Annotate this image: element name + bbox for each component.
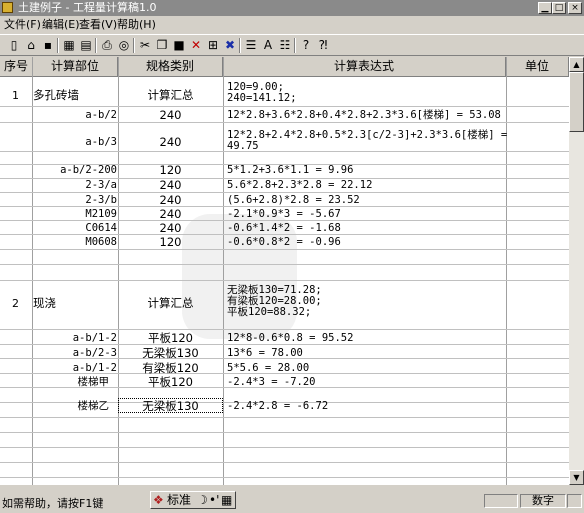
row-part[interactable]: a-b/3 [85, 137, 117, 148]
row-part[interactable]: C0614 [85, 223, 117, 234]
status-panel [484, 494, 518, 508]
open-icon[interactable]: ⌂ [23, 37, 39, 53]
row-expr[interactable]: -0.6*1.4*2 = -1.68 [227, 223, 341, 234]
row-expr[interactable]: -2.4*2.8 = -6.72 [227, 401, 328, 412]
ime-moon-icon[interactable]: ☽ [197, 492, 208, 508]
toolbar: ▯ ⌂ ▪ ▦ ▤ ⎙ ◎ ✂ ❐ ■ ✕ ⊞ ✖ ☰ A ☷ ? ⁈ [0, 34, 584, 56]
row-part[interactable]: M0608 [85, 237, 117, 248]
row-spec[interactable]: 计算汇总 [119, 89, 222, 101]
row-spec[interactable]: 240 [119, 136, 222, 148]
row-expr[interactable]: 无梁板130=71.28; 有梁板120=28.00; 平板120=88.32; [227, 285, 322, 318]
row-spec[interactable]: 平板120 [119, 376, 222, 388]
row-expr[interactable]: 12*8-0.6*0.8 = 95.52 [227, 333, 353, 344]
row-expr[interactable]: 5.6*2.8+2.3*2.8 = 22.12 [227, 180, 372, 191]
row-part[interactable]: a-b/2-200 [60, 165, 117, 176]
row-spec[interactable]: 平板120 [119, 332, 222, 344]
row-spec[interactable]: 计算汇总 [119, 297, 222, 309]
num-indicator: 数字 [520, 494, 566, 508]
ime-logo-icon[interactable]: ❖ [153, 492, 164, 508]
lock-icon[interactable]: ■ [171, 37, 187, 53]
calc-grid[interactable]: 序号 计算部位 规格类别 计算表达式 单位 1 多孔砖墙 计算汇总 120=9.… [0, 57, 569, 485]
row-part[interactable]: a-b/2 [85, 110, 117, 121]
new-icon[interactable]: ▯ [6, 37, 22, 53]
title-bar: 土建例子 - 工程量计算稿1.0 ▁ □ × [0, 0, 584, 16]
font-icon[interactable]: A [260, 37, 276, 53]
status-bar: 如需帮助，请按F1键 ❖ 标准 ☽ •' ▦ 数字 [0, 489, 584, 513]
row-part[interactable]: 2-3/a [85, 180, 117, 191]
row-spec[interactable]: 240 [119, 179, 222, 191]
menu-help[interactable]: 帮助(H) [117, 18, 156, 32]
delete-icon[interactable]: ✕ [188, 37, 204, 53]
row-spec[interactable]: 240 [119, 222, 222, 234]
vertical-scrollbar[interactable]: ▲ ▼ [569, 57, 584, 485]
minimize-button[interactable]: ▁ [538, 2, 552, 14]
header-expr[interactable]: 计算表达式 [223, 57, 506, 77]
export-icon[interactable]: ▤ [78, 37, 94, 53]
print-icon[interactable]: ⎙ [99, 37, 115, 53]
save-icon[interactable]: ▪ [40, 37, 56, 53]
row-part[interactable]: M2109 [85, 209, 117, 220]
row-spec[interactable]: 120 [119, 164, 222, 176]
ime-label[interactable]: 标准 [167, 492, 191, 508]
row-spec[interactable]: 无梁板130 [119, 400, 222, 412]
row-part[interactable]: 2-3/b [85, 195, 117, 206]
row-spec[interactable]: 240 [119, 194, 222, 206]
format-icon[interactable]: ☷ [277, 37, 293, 53]
menu-file[interactable]: 文件(F) [4, 18, 41, 32]
status-help-text: 如需帮助，请按F1键 [2, 497, 104, 510]
row-part[interactable]: 楼梯甲 [78, 377, 110, 388]
row-expr[interactable]: -0.6*0.8*2 = -0.96 [227, 237, 341, 248]
menu-view[interactable]: 查看(V) [79, 18, 117, 32]
row-expr[interactable]: 12*2.8+2.4*2.8+0.5*2.3[c/2-3]+2.3*3.6[楼梯… [227, 130, 507, 152]
insert-row-icon[interactable]: ⊞ [205, 37, 221, 53]
row-expr[interactable]: 13*6 = 78.00 [227, 348, 303, 359]
scroll-up-icon[interactable]: ▲ [569, 57, 584, 72]
row-expr[interactable]: (5.6+2.8)*2.8 = 23.52 [227, 195, 360, 206]
maximize-button[interactable]: □ [552, 2, 566, 14]
row-spec[interactable]: 120 [119, 236, 222, 248]
row-spec[interactable]: 240 [119, 109, 222, 121]
indent-icon[interactable]: ☰ [243, 37, 259, 53]
row-part[interactable]: a-b/1-2 [73, 363, 117, 374]
header-unit[interactable]: 单位 [506, 57, 569, 77]
row-part[interactable]: 多孔砖墙 [33, 89, 79, 101]
row-part[interactable]: 楼梯乙 [78, 401, 110, 412]
cut-icon[interactable]: ✂ [137, 37, 153, 53]
menu-edit[interactable]: 编辑(E) [42, 18, 80, 32]
row-part[interactable]: a-b/1-2 [73, 333, 117, 344]
row-seq: 1 [12, 89, 19, 102]
help-icon[interactable]: ? [298, 37, 314, 53]
preview-icon[interactable]: ◎ [116, 37, 132, 53]
ime-keyboard-icon[interactable]: ▦ [221, 492, 232, 508]
delete-row-icon[interactable]: ✖ [222, 37, 238, 53]
row-spec[interactable]: 240 [119, 208, 222, 220]
row-part[interactable]: a-b/2-3 [73, 348, 117, 359]
header-part[interactable]: 计算部位 [33, 57, 118, 77]
row-spec[interactable]: 无梁板130 [119, 347, 222, 359]
row-expr[interactable]: -2.1*0.9*3 = -5.67 [227, 209, 341, 220]
header-seq[interactable]: 序号 [0, 57, 33, 77]
row-expr[interactable]: 120=9.00; 240=141.12; [227, 82, 297, 104]
app-icon [2, 2, 13, 13]
row-expr[interactable]: -2.4*3 = -7.20 [227, 377, 316, 388]
ime-punct[interactable]: •' [209, 492, 219, 508]
scroll-down-icon[interactable]: ▼ [569, 470, 584, 485]
close-button[interactable]: × [568, 2, 582, 14]
context-help-icon[interactable]: ⁈ [315, 37, 331, 53]
row-expr[interactable]: 5*1.2+3.6*1.1 = 9.96 [227, 165, 353, 176]
ime-toolbar[interactable]: ❖ 标准 ☽ •' ▦ [150, 491, 236, 509]
row-part[interactable]: 现浇 [33, 297, 56, 309]
header-spec[interactable]: 规格类别 [118, 57, 223, 77]
window-title: 土建例子 - 工程量计算稿1.0 [18, 1, 157, 14]
row-spec[interactable]: 有梁板120 [119, 362, 222, 374]
row-expr[interactable]: 12*2.8+3.6*2.8+0.4*2.8+2.3*3.6[楼梯] = 53.… [227, 110, 501, 121]
copy-icon[interactable]: ❐ [154, 37, 170, 53]
row-expr[interactable]: 5*5.6 = 28.00 [227, 363, 309, 374]
status-panel-small [567, 494, 582, 508]
scroll-thumb[interactable] [569, 72, 584, 132]
row-seq: 2 [12, 297, 19, 310]
calc-icon[interactable]: ▦ [61, 37, 77, 53]
menu-bar: 文件(F) 编辑(E) 查看(V) 帮助(H) [0, 16, 584, 34]
